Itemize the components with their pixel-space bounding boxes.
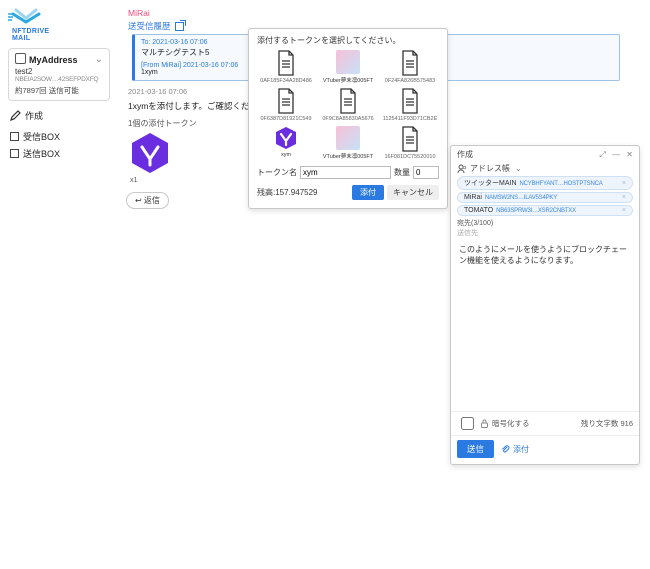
token-select-modal: 添付するトークンを選択してください。 0AF185F34A28D486 VTube… bbox=[248, 28, 448, 209]
account-id: NBEIA2SOW…42SEFPDXFQ bbox=[15, 76, 103, 83]
token-id: 0F9C8A85830A5676 bbox=[322, 116, 373, 122]
recipient-chip[interactable]: ツイッターMAINNCYBHFYANT…HOSTPTSNCA × bbox=[457, 176, 633, 190]
remove-chip-icon[interactable]: × bbox=[622, 207, 626, 214]
address-book-link[interactable]: アドレス帳 bbox=[470, 163, 510, 174]
recipient-count: 宛先(3/100) bbox=[451, 216, 639, 228]
attach-link[interactable]: 添付 bbox=[500, 444, 529, 455]
token-balance: 残高:157.947529 bbox=[257, 187, 318, 198]
recipient-chip[interactable]: TOMATONB63SPRW3I…XSR2CNBTXX × bbox=[457, 205, 633, 216]
minimize-icon[interactable]: — bbox=[612, 150, 620, 159]
token-item[interactable]: 0F9C8A85830A5676 bbox=[319, 88, 377, 122]
token-caption: VTuber夢末凛005FT bbox=[323, 152, 373, 160]
reply-button[interactable]: ↩ 返信 bbox=[126, 192, 169, 209]
sidebar-item-inbox[interactable]: 受信BOX bbox=[8, 128, 110, 145]
external-link-icon bbox=[175, 22, 184, 31]
pencil-icon bbox=[10, 110, 21, 121]
compose-panel: 作成 ⤢ — ✕ アドレス帳 ⌄ ツイッターMAINNCYBHFYANT…HOS… bbox=[450, 145, 640, 465]
encrypt-checkbox[interactable] bbox=[461, 417, 474, 430]
recipient-name: TOMATO bbox=[464, 207, 493, 214]
token-item[interactable]: 0F6387D81921C549 bbox=[257, 88, 315, 122]
modal-title: 添付するトークンを選択してください。 bbox=[257, 35, 439, 46]
document-icon bbox=[337, 88, 359, 114]
document-icon bbox=[399, 126, 421, 152]
encrypt-toggle[interactable]: 暗号化する bbox=[457, 414, 530, 433]
remove-chip-icon[interactable]: × bbox=[622, 180, 626, 187]
paperclip-icon bbox=[500, 444, 510, 454]
token-id: 0F6387D81921C549 bbox=[260, 116, 311, 122]
document-icon bbox=[275, 50, 297, 76]
nft-image-icon bbox=[336, 50, 360, 74]
recipient-name: MiRai bbox=[464, 194, 482, 201]
token-name-label: トークン名 bbox=[257, 167, 297, 178]
token-caption: VTuber夢末凛005FT bbox=[323, 76, 373, 84]
chevron-down-icon: ⌄ bbox=[515, 164, 522, 173]
account-stat: 約7897回 送信可能 bbox=[15, 85, 103, 96]
token-id: 0F24FA826B575483 bbox=[385, 78, 435, 84]
token-item[interactable]: xym bbox=[257, 126, 315, 160]
recipient-chip[interactable]: MiRaiNAMSW2NS…ILAV5S4PKY × bbox=[457, 192, 633, 203]
send-button[interactable]: 送信 bbox=[457, 440, 494, 458]
token-qty-label: 数量 bbox=[394, 167, 410, 178]
recipient-id: NAMSW2NS…ILAV5S4PKY bbox=[485, 195, 557, 201]
my-address-selector[interactable]: MyAddress ⌄ test2 NBEIA2SOW…42SEFPDXFQ 約… bbox=[8, 48, 110, 101]
nft-image-icon bbox=[336, 126, 360, 150]
remove-chip-icon[interactable]: × bbox=[622, 194, 626, 201]
expand-icon[interactable]: ⤢ bbox=[599, 150, 605, 159]
account-name: test2 bbox=[15, 67, 103, 76]
token-qty-input[interactable] bbox=[413, 166, 439, 179]
token-name-input[interactable] bbox=[300, 166, 391, 179]
token-item[interactable]: 1125411F93D71CB2E bbox=[381, 88, 439, 122]
attachment-token[interactable] bbox=[128, 131, 172, 175]
message-from-body: 1xym bbox=[141, 69, 158, 76]
token-caption: xym bbox=[281, 152, 291, 158]
token-id: 16F081DC75520010 bbox=[384, 154, 435, 160]
lock-icon bbox=[480, 419, 489, 428]
char-counter: 残り文字数 916 bbox=[581, 418, 633, 429]
token-item[interactable]: 0AF185F34A28D486 bbox=[257, 50, 315, 84]
thread-recipient-name: MiRai bbox=[128, 8, 642, 18]
xym-token-icon bbox=[274, 126, 298, 150]
document-icon bbox=[399, 88, 421, 114]
app-logo: NFTDRIVEMAIL bbox=[12, 10, 110, 42]
compose-title: 作成 bbox=[457, 149, 473, 160]
document-icon bbox=[399, 50, 421, 76]
message-from-line: [From MiRai] 2021-03-16 07:06 bbox=[141, 62, 238, 69]
close-icon[interactable]: ✕ bbox=[626, 150, 633, 159]
document-icon bbox=[275, 88, 297, 114]
chevron-down-icon: ⌄ bbox=[95, 54, 103, 65]
recipient-id: NCYBHFYANT…HOSTPTSNCA bbox=[520, 181, 603, 187]
inbox-icon bbox=[10, 132, 19, 141]
token-id: 0AF185F34A28D486 bbox=[260, 78, 312, 84]
sidebar-item-sent[interactable]: 送信BOX bbox=[8, 145, 110, 162]
cancel-button[interactable]: キャンセル bbox=[387, 185, 439, 200]
attach-button[interactable]: 添付 bbox=[352, 185, 384, 200]
compose-button[interactable]: 作成 bbox=[10, 109, 110, 122]
contacts-icon bbox=[457, 164, 467, 174]
xym-token-icon bbox=[128, 131, 172, 175]
token-item[interactable]: 0F24FA826B575483 bbox=[381, 50, 439, 84]
sent-icon bbox=[10, 149, 19, 158]
token-item[interactable]: VTuber夢末凛005FT bbox=[319, 50, 377, 84]
compose-body[interactable] bbox=[457, 242, 633, 411]
recipient-name: ツイッターMAIN bbox=[464, 180, 517, 187]
recipient-id: NB63SPRW3I…XSR2CNBTXX bbox=[496, 208, 576, 214]
to-hint: 送信先 bbox=[451, 228, 639, 238]
token-item[interactable]: VTuber夢末凛005FT bbox=[319, 126, 377, 160]
token-id: 1125411F93D71CB2E bbox=[383, 116, 438, 122]
token-item[interactable]: 16F081DC75520010 bbox=[381, 126, 439, 160]
